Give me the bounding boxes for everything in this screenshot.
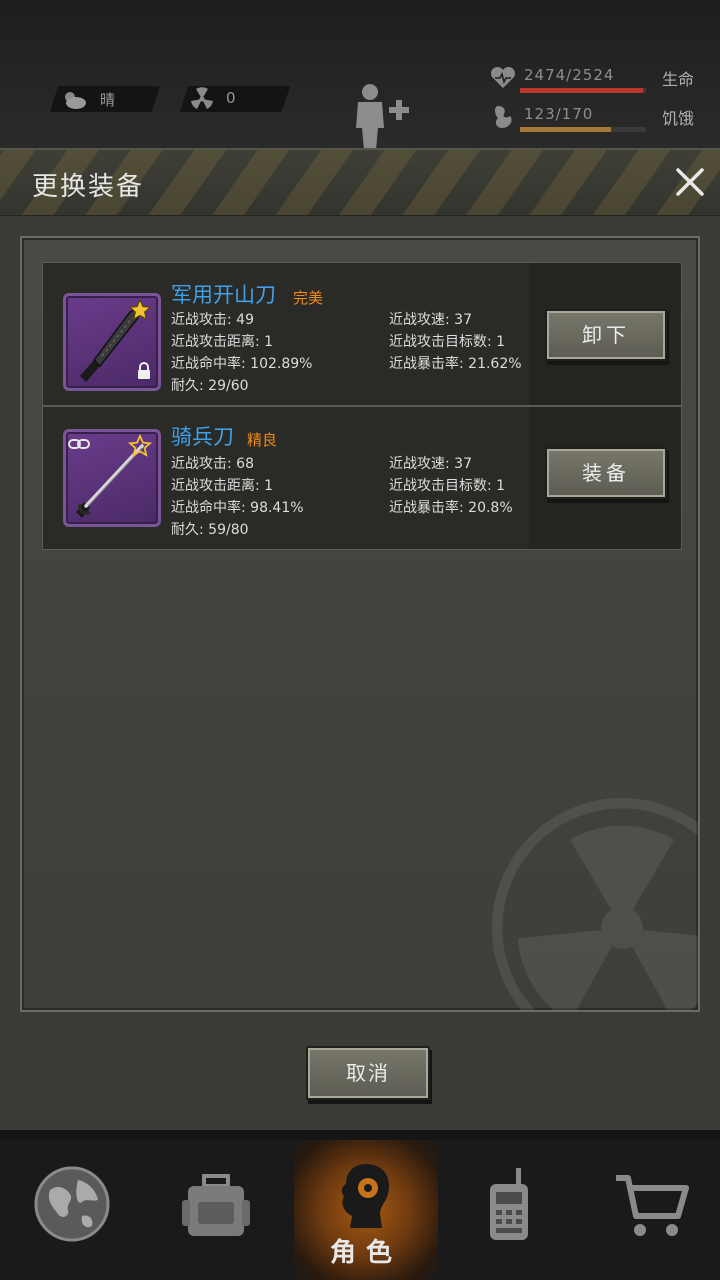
nav-character-label: 角色 [329,1238,402,1268]
dialog-title: 更换装备 [32,172,145,202]
equipment-item[interactable]: 骑兵刀 精良 近战攻击: 68 近战攻速: 37 近战攻击距离: 1 近战攻击目… [42,406,682,550]
equipment-list-panel[interactable]: 军用开山刀 完美 近战攻击: 49 近战攻速: 37 近战攻击距离: 1 近战攻… [20,236,700,1012]
health-label: 生命 [662,70,695,89]
radiation-value: 0 [226,89,236,107]
stat-attack: 近战攻击: 68 [171,456,254,472]
stat-crit-rate: 近战暴击率: 21.62% [389,356,522,372]
radio-icon [490,1168,528,1240]
globe-icon [34,1166,110,1242]
equipment-item[interactable]: 军用开山刀 完美 近战攻击: 49 近战攻速: 37 近战攻击距离: 1 近战攻… [42,262,682,406]
weather-icon [65,92,86,109]
hunger-icon [495,106,512,128]
stat-hit-rate: 近战命中率: 102.89% [171,356,313,372]
bottom-nav: 角色 [0,1140,720,1280]
nav-character[interactable]: 角色 [294,1140,438,1280]
stat-speed: 近战攻速: 37 [389,312,472,328]
item-name: 骑兵刀 [171,425,234,449]
top-hud: 晴 0 2474/2524 生命 123/170 饥饿 [0,0,720,150]
nav-shop[interactable] [580,1140,720,1280]
stat-targets: 近战攻击目标数: 1 [389,478,506,494]
item-name: 军用开山刀 [171,283,276,307]
stat-crit-rate: 近战暴击率: 20.8% [389,500,513,516]
link-icon [68,439,90,449]
item-icon-box[interactable] [63,429,161,527]
weather-label: 晴 [100,91,116,109]
equip-button[interactable]: 装备 [547,449,665,497]
stat-durability: 耐久: 59/80 [171,522,249,538]
health-icon [490,66,516,88]
stat-range: 近战攻击距离: 1 [171,334,274,350]
hunger-value: 123/170 [524,105,594,123]
stat-hit-rate: 近战命中率: 98.41% [171,500,304,516]
stat-attack: 近战攻击: 49 [171,312,254,328]
stat-durability: 耐久: 29/60 [171,378,249,394]
backpack-icon [182,1174,250,1236]
close-icon [676,168,704,196]
hunger-label: 饥饿 [662,109,695,128]
radiation-icon [191,87,213,109]
lock-icon [138,362,150,379]
stat-range: 近战攻击距离: 1 [171,478,274,494]
unequip-button[interactable]: 卸下 [547,311,665,359]
change-equipment-dialog: 更换装备 军用开山刀 完美 近战攻击: 49 近战攻速: 37 近战攻击距离: … [0,148,720,1130]
stat-speed: 近战攻速: 37 [389,456,472,472]
body-status-icon[interactable] [350,82,416,150]
star-outline-icon [128,434,152,457]
cart-icon [616,1175,689,1236]
stat-targets: 近战攻击目标数: 1 [389,334,506,350]
hunger-bar-fill [520,127,611,132]
radiation-watermark-icon [492,798,698,1010]
nav-world[interactable] [0,1140,144,1280]
nav-backpack[interactable] [144,1140,288,1280]
dialog-header: 更换装备 [0,150,720,216]
nav-radio[interactable] [436,1140,580,1280]
health-value: 2474/2524 [524,66,615,84]
character-icon [341,1164,390,1228]
item-quality: 精良 [247,431,278,449]
hunger-bar [520,127,646,132]
star-filled-icon [128,298,152,321]
cancel-button[interactable]: 取消 [308,1048,428,1098]
close-button[interactable] [672,164,708,200]
item-quality: 完美 [293,289,324,307]
item-icon-box[interactable] [63,293,161,391]
health-bar [520,88,646,93]
health-bar-fill [520,88,644,93]
